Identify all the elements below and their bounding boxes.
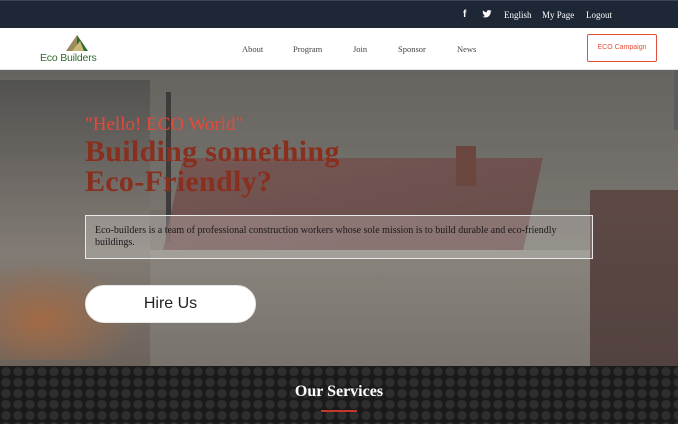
eco-campaign-button[interactable]: ECO Campaign [587, 34, 657, 62]
nav-sponsor[interactable]: Sponsor [398, 43, 426, 55]
services-section: Our Services [0, 366, 678, 424]
nav-about[interactable]: About [242, 43, 263, 55]
scrollbar[interactable] [674, 70, 678, 130]
services-title: Our Services [294, 383, 384, 400]
hire-us-button[interactable]: Hire Us [85, 285, 256, 323]
my-page-link[interactable]: My Page [542, 9, 574, 21]
logo[interactable]: Eco Builders [38, 34, 118, 64]
main-navbar: Eco Builders About Program Join Sponsor … [0, 28, 678, 70]
facebook-icon[interactable]: f [463, 9, 466, 20]
logout-link[interactable]: Logout [586, 9, 612, 21]
logo-mark-icon [66, 35, 88, 51]
mission-text: Eco-builders is a team of professional c… [95, 225, 557, 248]
top-bar: f English My Page Logout [0, 0, 678, 28]
services-title-underline [321, 410, 357, 412]
hero-headline-line1: Building something [85, 135, 340, 168]
nav-program[interactable]: Program [293, 43, 322, 55]
language-link[interactable]: English [504, 9, 532, 21]
hero-greeting: "Hello! ECO World" [85, 114, 244, 135]
hero-headline: Building something Eco-Friendly? [85, 137, 340, 197]
nav-join[interactable]: Join [353, 43, 367, 55]
twitter-icon[interactable] [482, 9, 492, 19]
mission-box: Eco-builders is a team of professional c… [85, 215, 593, 259]
hero-headline-line2: Eco-Friendly? [85, 165, 273, 198]
logo-text: Eco Builders [40, 52, 97, 64]
nav-news[interactable]: News [457, 43, 476, 55]
